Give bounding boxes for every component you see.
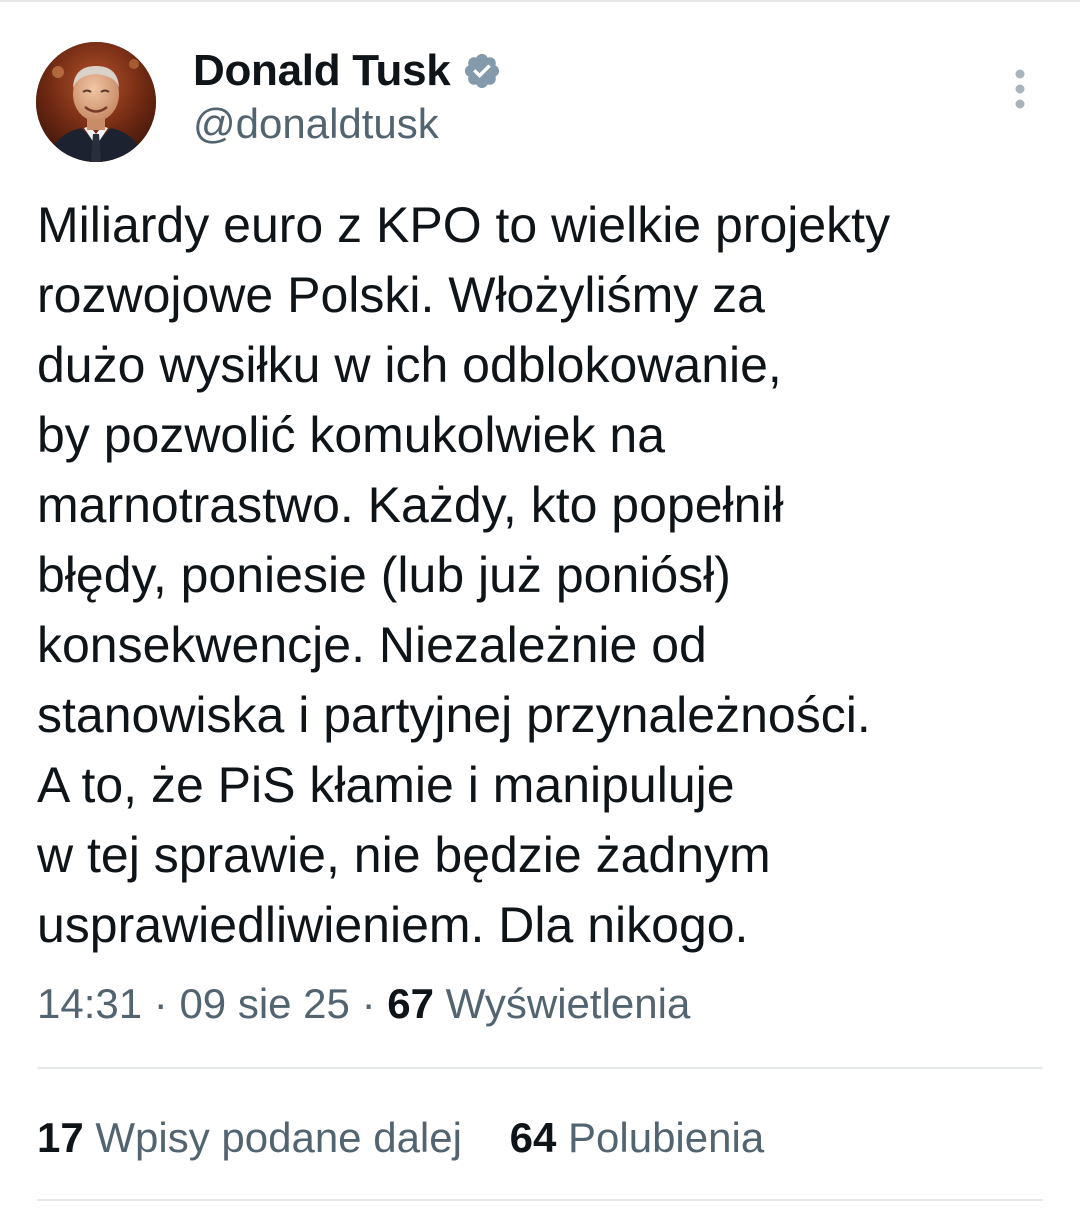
- tweet-line: Miliardy euro z KPO to wielkie projekty: [37, 197, 891, 253]
- likes-stat[interactable]: 64 Polubienia: [510, 1114, 765, 1162]
- tweet-line: błędy, poniesie (lub już poniósł): [37, 547, 731, 603]
- avatar-photo: [36, 42, 156, 162]
- reposts-count: 17: [37, 1114, 84, 1161]
- engagement-stats: 17 Wpisy podane dalej 64 Polubienia: [37, 1114, 764, 1162]
- top-divider: [0, 0, 1080, 2]
- author-name[interactable]: Donald Tusk: [193, 46, 451, 96]
- author-name-row[interactable]: Donald Tusk: [193, 44, 502, 98]
- tweet-line: stanowiska i partyjnej przynależności.: [37, 687, 871, 743]
- meta-separator: ·: [349, 980, 388, 1027]
- tweet-date[interactable]: 09 sie 25: [179, 980, 349, 1027]
- reposts-stat[interactable]: 17 Wpisy podane dalej: [37, 1114, 462, 1162]
- tweet-meta: 14:31 · 09 sie 25 · 67 Wyświetlenia: [37, 980, 690, 1028]
- tweet-line: marnotrastwo. Każdy, kto popełnił: [37, 477, 784, 533]
- avatar[interactable]: [36, 42, 156, 162]
- views-count[interactable]: 67: [387, 980, 434, 1027]
- divider: [37, 1067, 1043, 1069]
- likes-label: Polubienia: [568, 1114, 765, 1161]
- tweet-time[interactable]: 14:31: [37, 980, 142, 1027]
- tweet-line: konsekwencje. Niezależnie od: [37, 617, 707, 673]
- tweet-line: rozwojowe Polski. Włożyliśmy za: [37, 267, 765, 323]
- divider: [37, 1199, 1043, 1201]
- tweet-line: dużo wysiłku w ich odblokowanie,: [37, 337, 782, 393]
- tweet-line: w tej sprawie, nie będzie żadnym: [37, 827, 771, 883]
- tweet-text: Miliardy euro z KPO to wielkie projekty …: [37, 190, 1047, 960]
- views-label[interactable]: Wyświetlenia: [446, 980, 691, 1027]
- verified-badge-icon: [465, 53, 500, 89]
- tweet-line: by pozwolić komukolwiek na: [37, 407, 666, 463]
- likes-count: 64: [509, 1114, 557, 1161]
- more-vertical-icon[interactable]: [1006, 68, 1034, 112]
- reposts-label: Wpisy podane dalej: [95, 1114, 462, 1161]
- tweet-line: usprawiedliwieniem. Dla nikogo.: [37, 897, 749, 953]
- author-handle[interactable]: @donaldtusk: [193, 100, 439, 148]
- meta-separator: ·: [142, 980, 180, 1027]
- tweet-line: A to, że PiS kłamie i manipuluje: [37, 757, 735, 813]
